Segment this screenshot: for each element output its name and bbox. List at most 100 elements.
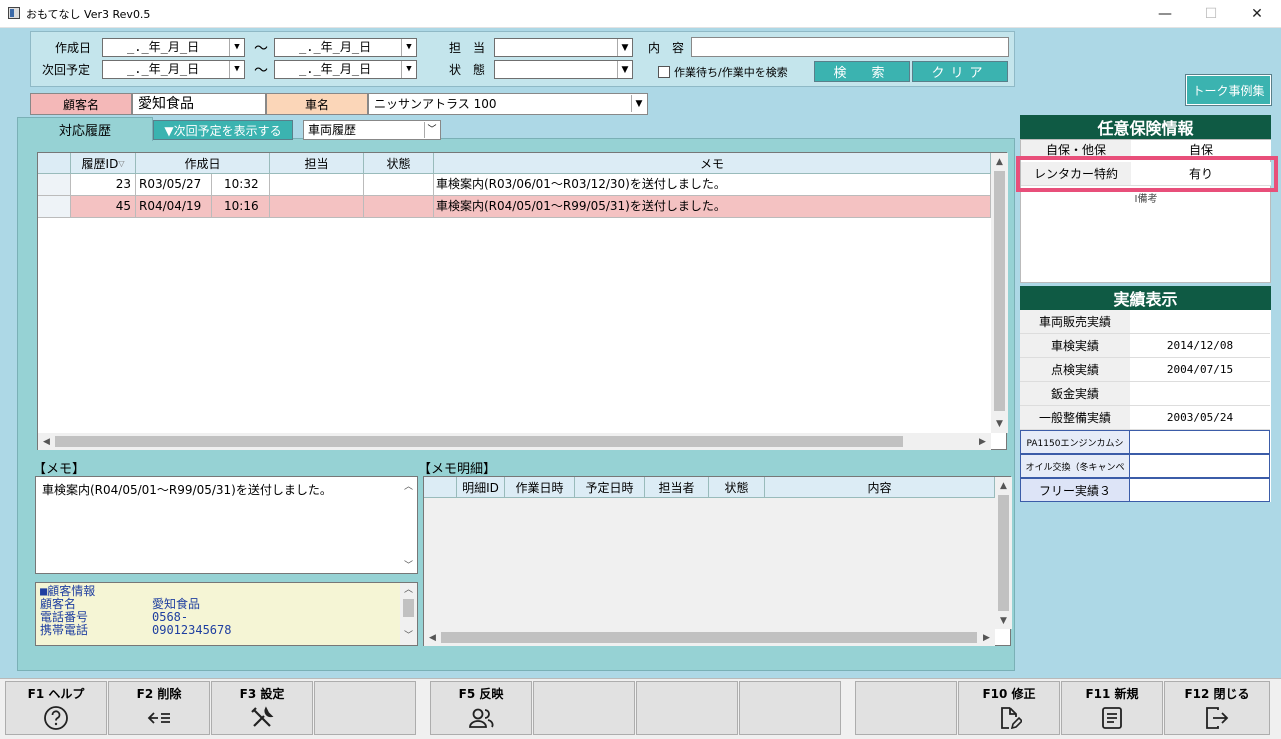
- column-header[interactable]: 担当者: [645, 477, 709, 498]
- scroll-up-icon[interactable]: ︿: [400, 477, 417, 494]
- car-name-select[interactable]: ニッサンアトラス 100 ▼: [368, 93, 648, 115]
- staff-cell: [270, 174, 364, 195]
- scroll-up-icon[interactable]: ▲: [991, 153, 1008, 170]
- scroll-thumb[interactable]: [441, 632, 977, 643]
- next-from-input[interactable]: _._年_月_日 ▼: [102, 60, 245, 79]
- next-to-input[interactable]: _._年_月_日 ▼: [274, 60, 417, 79]
- vertical-scrollbar[interactable]: ︿ ﹀: [400, 477, 417, 573]
- vertical-scrollbar[interactable]: ︿ ﹀: [400, 583, 417, 645]
- scroll-down-icon[interactable]: ▼: [995, 612, 1012, 629]
- chevron-down-icon[interactable]: ▼: [229, 61, 244, 78]
- column-header[interactable]: 予定日時: [575, 477, 645, 498]
- title-bar: おもてなし Ver3 Rev0.5 — ☐ ✕: [0, 0, 1281, 28]
- maximize-button[interactable]: ☐: [1188, 0, 1234, 28]
- staff-cell: [270, 196, 364, 217]
- history-grid: 履歴ID ▽ 作成日 担当 状態 メモ 23 R03/05/27 10:32 車検…: [37, 152, 1008, 450]
- column-header[interactable]: 担当: [270, 153, 364, 174]
- scroll-right-icon[interactable]: ▶: [978, 629, 995, 646]
- f1-help-button[interactable]: F1 ヘルプ: [5, 681, 107, 735]
- column-header[interactable]: 履歴ID ▽: [71, 153, 136, 174]
- results-title: 実績表示: [1020, 286, 1271, 310]
- created-from-input[interactable]: _._年_月_日 ▼: [102, 38, 245, 57]
- staff-select[interactable]: ▼: [494, 38, 633, 57]
- status-select[interactable]: ▼: [494, 60, 633, 79]
- table-row[interactable]: 45 R04/04/19 10:16 車検案内(R04/05/01〜R99/05…: [38, 196, 991, 218]
- scroll-up-icon[interactable]: ▲: [995, 477, 1012, 494]
- vertical-scrollbar[interactable]: ▲ ▼: [995, 477, 1012, 629]
- show-next-schedule-button[interactable]: ▼次回予定を表示する: [153, 120, 293, 140]
- customer-info-line: 携帯電話 09012345678: [40, 623, 232, 637]
- exit-icon: [1203, 704, 1231, 732]
- chevron-down-icon[interactable]: ▼: [617, 61, 632, 78]
- scroll-thumb[interactable]: [998, 495, 1009, 611]
- f11-new-button[interactable]: F11 新規: [1061, 681, 1163, 735]
- f3-label: F3 設定: [239, 687, 285, 701]
- scroll-down-icon[interactable]: ﹀: [400, 556, 417, 573]
- column-header[interactable]: メモ: [434, 153, 991, 174]
- f2-delete-button[interactable]: F2 削除: [108, 681, 210, 735]
- results-value: [1130, 478, 1270, 502]
- scroll-thumb[interactable]: [55, 436, 903, 447]
- scroll-left-icon[interactable]: ◀: [38, 433, 55, 450]
- horizontal-scrollbar[interactable]: ◀ ▶: [424, 629, 995, 646]
- results-value: 2014/12/08: [1130, 334, 1270, 358]
- f4-empty-button[interactable]: [314, 681, 416, 735]
- created-to-input[interactable]: _._年_月_日 ▼: [274, 38, 417, 57]
- f3-settings-button[interactable]: F3 設定: [211, 681, 313, 735]
- results-label[interactable]: PA1150エンジンカムシ: [1020, 430, 1130, 454]
- column-header[interactable]: 状態: [364, 153, 434, 174]
- row-selector[interactable]: [38, 196, 71, 217]
- chevron-down-icon[interactable]: ▼: [229, 39, 244, 56]
- chevron-down-icon[interactable]: ▼: [631, 95, 646, 112]
- chevron-down-icon[interactable]: ▼: [401, 39, 416, 56]
- f6-empty-button[interactable]: [533, 681, 635, 735]
- clear-button[interactable]: クリア: [912, 61, 1008, 82]
- column-header[interactable]: 明細ID: [457, 477, 505, 498]
- minimize-button[interactable]: —: [1142, 0, 1188, 28]
- scroll-up-icon[interactable]: ︿: [400, 583, 417, 597]
- staff-label: 担 当: [449, 41, 486, 55]
- scroll-thumb[interactable]: [994, 171, 1005, 411]
- tab-history[interactable]: 対応履歴: [17, 117, 153, 141]
- column-header[interactable]: 作業日時: [505, 477, 575, 498]
- horizontal-scrollbar[interactable]: ◀ ▶: [38, 433, 991, 450]
- memo-textarea[interactable]: 車検案内(R04/05/01〜R99/05/31)を送付しました。 ︿ ﹀: [35, 476, 418, 574]
- scroll-right-icon[interactable]: ▶: [974, 433, 991, 450]
- f8-empty-button[interactable]: [739, 681, 841, 735]
- column-header[interactable]: 状態: [709, 477, 765, 498]
- vertical-scrollbar[interactable]: ▲ ▼: [991, 153, 1008, 433]
- results-label[interactable]: オイル交換（冬キャンペ: [1020, 454, 1130, 478]
- vehicle-history-select[interactable]: 車両履歴 ﹀: [303, 120, 441, 140]
- chevron-down-icon[interactable]: ▼: [617, 39, 632, 56]
- scroll-down-icon[interactable]: ﹀: [400, 629, 417, 643]
- wait-checkbox[interactable]: [658, 66, 670, 78]
- scroll-down-icon[interactable]: ▼: [991, 415, 1008, 432]
- f5-apply-button[interactable]: F5 反映: [430, 681, 532, 735]
- row-selector[interactable]: [38, 174, 71, 195]
- results-label[interactable]: フリー実績３: [1020, 478, 1130, 502]
- scroll-thumb[interactable]: [403, 599, 414, 617]
- customer-name-field[interactable]: 愛知食品: [132, 93, 266, 115]
- column-header[interactable]: 作成日: [136, 153, 270, 174]
- f1-label: F1 ヘルプ: [27, 687, 85, 701]
- status-label: 状 態: [449, 63, 486, 77]
- f10-edit-button[interactable]: F10 修正: [958, 681, 1060, 735]
- memo-text: 車検案内(R04/05/01〜R99/05/31)を送付しました。: [42, 483, 332, 497]
- results-value: [1130, 454, 1270, 478]
- talk-examples-button[interactable]: トーク事例集: [1185, 74, 1272, 106]
- scroll-left-icon[interactable]: ◀: [424, 629, 441, 646]
- chevron-down-icon[interactable]: ﹀: [424, 122, 439, 138]
- f9-empty-button[interactable]: [855, 681, 957, 735]
- results-label: 一般整備実績: [1020, 406, 1130, 430]
- results-row: フリー実績３: [1020, 478, 1270, 502]
- f7-empty-button[interactable]: [636, 681, 738, 735]
- content-input[interactable]: [691, 37, 1009, 57]
- history-id-cell: 45: [71, 196, 136, 217]
- f12-close-button[interactable]: F12 閉じる: [1164, 681, 1270, 735]
- close-button[interactable]: ✕: [1234, 0, 1280, 28]
- column-header[interactable]: 内容: [765, 477, 995, 498]
- search-button[interactable]: 検 索: [814, 61, 910, 82]
- chevron-down-icon[interactable]: ▼: [401, 61, 416, 78]
- results-row: 車検実績 2014/12/08: [1020, 334, 1270, 358]
- table-row[interactable]: 23 R03/05/27 10:32 車検案内(R03/06/01〜R03/12…: [38, 174, 991, 196]
